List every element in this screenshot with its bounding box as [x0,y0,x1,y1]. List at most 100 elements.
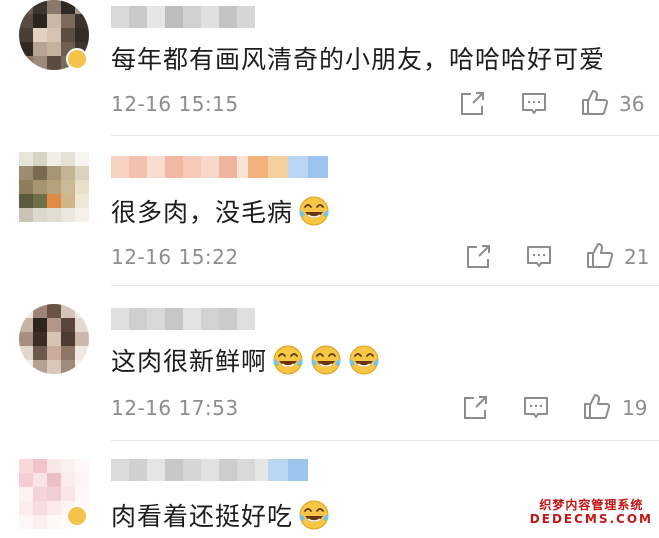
avatar-pixel [61,180,75,194]
avatar-pixel [75,166,89,180]
avatar-pixel [47,515,61,529]
watermark-domain: DEDECMS.COM [529,512,653,527]
avatar-pixel [75,360,89,374]
avatar-pixel [19,56,33,70]
avatar-pixel [33,515,47,529]
share-icon [467,245,490,268]
avatar-pixel [75,459,89,473]
verified-badge-icon [66,505,88,527]
avatar-pixel [33,0,47,14]
avatar-pixel [61,208,75,222]
username-blur-block [129,308,147,330]
like-button[interactable] [583,238,617,272]
avatar-pixel [75,332,89,346]
comment-text: 肉看着还挺好吃 [111,497,331,533]
avatar-pixel [19,318,33,332]
avatar-pixel [33,152,47,166]
comment-time: 12-16 17:53 [111,396,239,420]
avatar-pixel [33,473,47,487]
avatar-pixel [33,501,47,515]
comment-item: 这肉很新鲜啊 12-16 17:53 19 [0,300,659,440]
comment-icon [527,246,551,267]
avatar-pixel [19,208,33,222]
share-button[interactable] [461,240,495,274]
avatar-pixel [19,346,33,360]
username-blur-block [147,459,165,481]
username-blur-block [201,156,219,178]
avatar-pixel [33,180,47,194]
avatar-pixel [47,332,61,346]
username-blur-block [237,6,255,28]
avatar-pixel [47,42,61,56]
avatar-pixel [19,0,33,14]
avatar-pixel [33,194,47,208]
username-blur-block [219,156,237,178]
avatar-pixel [19,515,33,529]
comment-text: 每年都有画风清奇的小朋友，哈哈哈好可爱 [111,45,606,74]
avatar-pixel [47,194,61,208]
divider [111,285,659,286]
username-blurred[interactable] [111,6,255,28]
avatar-pixel [75,152,89,166]
avatar-pixel [47,208,61,222]
laugh-cry-emoji-icon [271,343,305,377]
comment-icon [524,397,548,418]
avatar-pixel [47,56,61,70]
avatar-pixel [33,360,47,374]
avatar-pixel [33,28,47,42]
username-blur-block [201,308,219,330]
reply-button[interactable] [517,87,551,121]
username-blur-block [165,156,183,178]
username-blur-block [237,308,255,330]
divider [111,440,659,441]
username-blur-block [201,6,219,28]
username-blurred[interactable] [111,308,255,330]
reply-button[interactable] [522,240,556,274]
username-blur-block [183,6,201,28]
share-button[interactable] [455,87,489,121]
laugh-cry-emoji-icon [297,498,331,532]
avatar[interactable] [19,304,89,374]
avatar-pixel [33,42,47,56]
comment-text: 这肉很新鲜啊 [111,342,381,378]
vip-badge-icon [248,156,328,178]
avatar-pixel [75,194,89,208]
share-button[interactable] [458,391,492,425]
username-blur-block [111,156,129,178]
comment-time: 12-16 15:15 [111,92,239,116]
avatar-pixel [47,501,61,515]
like-button[interactable] [580,389,614,423]
username-blur-block [129,459,147,481]
username-blurred[interactable] [111,459,291,481]
avatar[interactable] [19,152,89,222]
avatar-pixel [47,166,61,180]
username-blur-block [147,308,165,330]
avatar-pixel [33,346,47,360]
like-button[interactable] [578,85,612,119]
avatar-pixel [61,28,75,42]
laugh-cry-emoji-icon [347,343,381,377]
username-blur-block [219,459,237,481]
username-blur-block [111,6,129,28]
avatar-pixel [33,459,47,473]
avatar-pixel [47,0,61,14]
avatar-pixel [33,318,47,332]
avatar-pixel [75,346,89,360]
avatar-pixel [75,14,89,28]
avatar-pixel [47,346,61,360]
comment-time: 12-16 15:22 [111,245,239,269]
avatar-pixel [47,473,61,487]
avatar-pixel [19,194,33,208]
laugh-cry-emoji-icon [297,194,331,228]
avatar-pixel [61,360,75,374]
like-icon [584,394,611,419]
avatar-pixel [75,318,89,332]
avatar-pixel [33,166,47,180]
reply-button[interactable] [519,391,553,425]
avatar-pixel [61,487,75,501]
watermark: 织梦内容管理系统 DEDECMS.COM [530,499,653,527]
avatar-pixel [75,28,89,42]
avatar-pixel [61,14,75,28]
avatar-pixel [61,194,75,208]
avatar-pixel [47,360,61,374]
